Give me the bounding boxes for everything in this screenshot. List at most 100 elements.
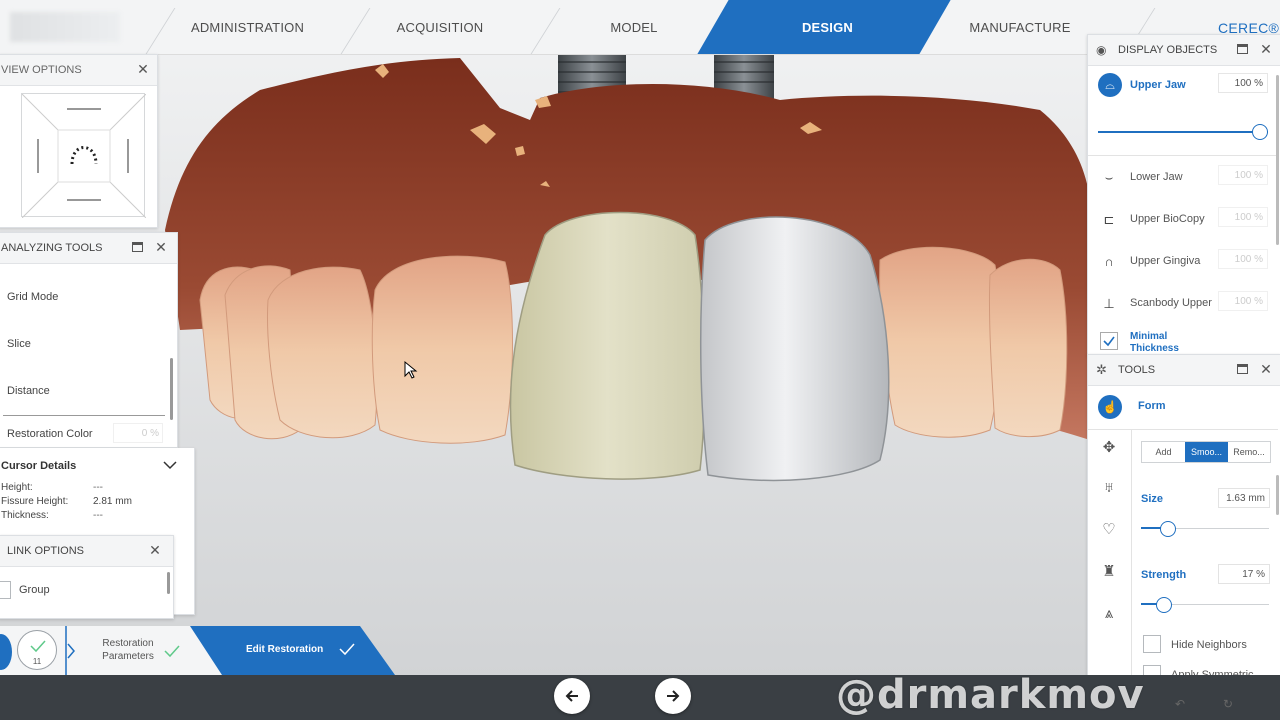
- scanbody-icon: ⊥: [1103, 296, 1115, 311]
- view-direction-widget[interactable]: [21, 93, 147, 219]
- hide-neighbors-checkbox[interactable]: [1143, 635, 1161, 653]
- slider-handle[interactable]: [1155, 597, 1172, 613]
- strength-slider[interactable]: [1141, 597, 1269, 613]
- step-edit-restoration[interactable]: Edit Restoration: [232, 640, 372, 662]
- undo-icon[interactable]: ↶: [1170, 697, 1190, 717]
- analyzing-tools-panel: ANALYZING TOOLS ✕ Grid Mode Slice Distan…: [0, 232, 178, 448]
- redo-icon[interactable]: ↻: [1218, 697, 1238, 717]
- scanbody-upper-label: Scanbody Upper: [1130, 297, 1212, 309]
- upper-jaw-opacity-slider[interactable]: [1098, 124, 1268, 141]
- strength-input[interactable]: 17 %: [1218, 564, 1270, 584]
- check-icon: [339, 643, 355, 656]
- group-checkbox[interactable]: [0, 581, 11, 599]
- lower-jaw-label: Lower Jaw: [1130, 171, 1183, 183]
- display-object-scanbody-upper[interactable]: ⊥ Scanbody Upper 100 %: [1088, 283, 1278, 323]
- slider-handle[interactable]: [1252, 124, 1268, 140]
- size-label: Size: [1141, 493, 1164, 505]
- tooth-tool-icon[interactable]: ♅: [1098, 477, 1120, 499]
- size-input[interactable]: 1.63 mm: [1218, 488, 1270, 508]
- restoration-color-label: Restoration Color: [7, 428, 93, 440]
- scanbody-upper-opacity-input[interactable]: 100 %: [1218, 291, 1268, 311]
- thickness-value: ---: [93, 510, 103, 521]
- tab-acquisition[interactable]: ACQUISITION: [365, 0, 515, 54]
- height-label: Height:: [1, 482, 33, 493]
- upper-jaw-icon: ⌓: [1098, 73, 1122, 97]
- minimal-thickness-label: Minimal Thickness: [1130, 331, 1179, 354]
- thickness-label: Thickness:: [1, 510, 49, 521]
- view-options-panel: VIEW OPTIONS ✕: [0, 54, 158, 228]
- app-logo-blurred: [10, 12, 120, 42]
- gingiva-icon: ∩: [1104, 254, 1114, 269]
- display-objects-title: DISPLAY OBJECTS: [1118, 44, 1218, 56]
- form-tool-icon[interactable]: ☝: [1098, 395, 1122, 419]
- close-icon[interactable]: ✕: [1258, 361, 1274, 377]
- segment-remove[interactable]: Remo...: [1228, 442, 1270, 462]
- restoration-color-input[interactable]: 0 %: [113, 423, 163, 443]
- maximize-icon[interactable]: [1234, 361, 1250, 377]
- distance-item[interactable]: Distance: [7, 385, 50, 397]
- previous-button[interactable]: [554, 678, 590, 714]
- upper-jaw-label: Upper Jaw: [1130, 79, 1186, 91]
- upper-gingiva-label: Upper Gingiva: [1130, 255, 1201, 267]
- step-restoration-parameters[interactable]: Restoration Parameters: [84, 637, 194, 665]
- upper-biocopy-opacity-input[interactable]: 100 %: [1218, 207, 1268, 227]
- size-slider[interactable]: [1141, 521, 1269, 537]
- upper-jaw-opacity-input[interactable]: 100 %: [1218, 73, 1268, 93]
- cursor-details-title: Cursor Details: [1, 460, 77, 472]
- display-object-upper-biocopy[interactable]: ⊏ Upper BioCopy 100 %: [1088, 199, 1278, 239]
- lower-jaw-opacity-input[interactable]: 100 %: [1218, 165, 1268, 185]
- tab-model[interactable]: MODEL: [555, 0, 713, 54]
- step-count-circle[interactable]: 11: [17, 630, 57, 670]
- tab-administration[interactable]: ADMINISTRATION: [170, 0, 325, 54]
- watermark-text: @drmarkmov: [836, 672, 1145, 718]
- divider: [1088, 429, 1278, 430]
- tools-icon: ✲: [1096, 362, 1107, 377]
- close-icon[interactable]: ✕: [147, 542, 163, 558]
- slider-handle[interactable]: [1159, 521, 1176, 537]
- display-object-lower-jaw[interactable]: ⌣ Lower Jaw 100 %: [1088, 157, 1278, 197]
- strength-label: Strength: [1141, 569, 1187, 581]
- scrollbar[interactable]: [167, 572, 170, 594]
- slider-track: [1098, 131, 1268, 133]
- scrollbar[interactable]: [170, 358, 173, 420]
- slice-item[interactable]: Slice: [7, 338, 31, 350]
- grid-mode-item[interactable]: Grid Mode: [7, 291, 58, 303]
- form-mode-segmented: Add Smoo... Remo...: [1141, 441, 1271, 463]
- maximize-icon[interactable]: [1234, 41, 1250, 57]
- upper-gingiva-opacity-input[interactable]: 100 %: [1218, 249, 1268, 269]
- scrollbar[interactable]: [1276, 75, 1279, 245]
- tab-manufacture[interactable]: MANUFACTURE: [940, 0, 1100, 54]
- biocopy-icon: ⊏: [1103, 212, 1115, 227]
- occlusal-tool-icon[interactable]: ♡: [1098, 519, 1120, 541]
- link-options-title: LINK OPTIONS: [7, 545, 85, 557]
- arch-tool-icon[interactable]: ⩓: [1098, 603, 1120, 625]
- fissure-height-label: Fissure Height:: [1, 496, 69, 507]
- close-icon[interactable]: ✕: [153, 239, 169, 255]
- close-icon[interactable]: ✕: [1258, 41, 1274, 57]
- tools-panel: ✲ TOOLS ✕ ☝ Form ✥ ♅ ♡ ♜ ⩓ Add Smoo... R…: [1087, 354, 1280, 686]
- crown-tool-icon[interactable]: ♜: [1098, 561, 1120, 583]
- maximize-icon[interactable]: [129, 239, 145, 255]
- scrollbar[interactable]: [1276, 475, 1279, 515]
- analyzing-tools-title: ANALYZING TOOLS: [1, 242, 103, 254]
- segment-add[interactable]: Add: [1142, 442, 1185, 462]
- display-object-upper-jaw[interactable]: ⌓ Upper Jaw 100 %: [1088, 67, 1278, 107]
- link-options-panel: LINK OPTIONS ✕ Group: [0, 535, 174, 619]
- hide-neighbors-label: Hide Neighbors: [1171, 639, 1247, 651]
- tab-design[interactable]: DESIGN: [735, 0, 920, 54]
- eye-icon: ◉: [1096, 43, 1107, 57]
- divider-vertical: [1131, 429, 1132, 685]
- close-icon[interactable]: ✕: [135, 61, 151, 77]
- fissure-height-value: 2.81 mm: [93, 496, 132, 507]
- arrow-right-icon: [667, 690, 680, 702]
- height-value: ---: [93, 482, 103, 493]
- step-count: 11: [32, 657, 42, 666]
- move-icon[interactable]: ✥: [1098, 437, 1120, 459]
- next-button[interactable]: [655, 678, 691, 714]
- divider: [1088, 155, 1278, 156]
- segment-smooth[interactable]: Smoo...: [1185, 442, 1228, 462]
- chevron-down-icon[interactable]: [163, 458, 177, 472]
- upper-biocopy-label: Upper BioCopy: [1130, 213, 1205, 225]
- display-object-upper-gingiva[interactable]: ∩ Upper Gingiva 100 %: [1088, 241, 1278, 281]
- minimal-thickness-checkbox[interactable]: [1100, 332, 1118, 350]
